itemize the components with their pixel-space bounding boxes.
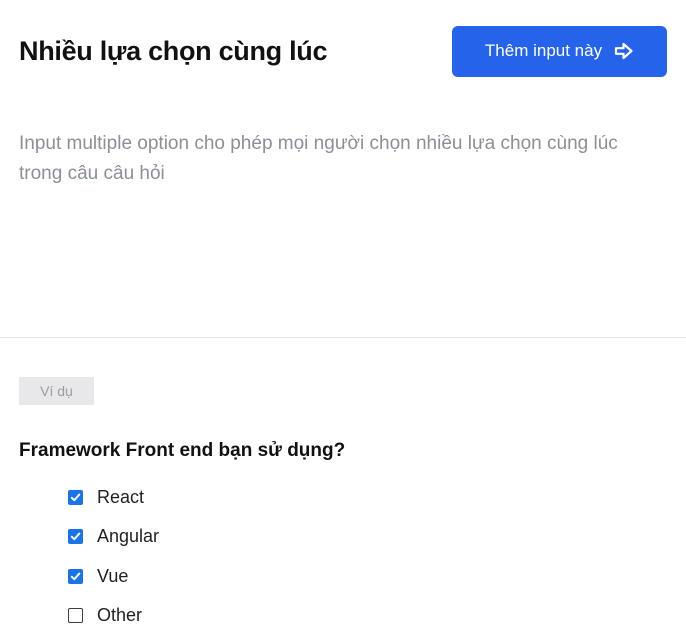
option-vue: Vue (68, 557, 159, 596)
option-list: React Angular Vue Other (68, 478, 159, 635)
option-other: Other (68, 596, 159, 635)
checkmark-icon (70, 572, 81, 580)
checkbox-angular[interactable] (68, 529, 83, 545)
checkbox-vue[interactable] (68, 568, 83, 584)
example-badge: Ví dụ (19, 377, 94, 405)
page: Nhiều lựa chọn cùng lúc Thêm input này I… (0, 0, 686, 643)
divider (0, 337, 686, 338)
checkbox-react[interactable] (68, 490, 83, 506)
page-title: Nhiều lựa chọn cùng lúc (19, 35, 328, 66)
option-label-angular[interactable]: Angular (97, 526, 159, 547)
option-label-vue[interactable]: Vue (97, 566, 128, 587)
arrow-right-icon (614, 41, 634, 61)
option-angular: Angular (68, 517, 159, 556)
checkmark-icon (70, 493, 81, 502)
checkbox-other[interactable] (68, 608, 83, 624)
question-text: Framework Front end bạn sử dụng? (19, 440, 346, 461)
header: Nhiều lựa chọn cùng lúc Thêm input này (19, 25, 667, 77)
add-input-button[interactable]: Thêm input này (452, 25, 667, 77)
option-label-react[interactable]: React (97, 487, 144, 508)
add-input-button-label: Thêm input này (484, 41, 603, 60)
checkmark-icon (70, 533, 81, 541)
option-react: React (68, 478, 159, 517)
option-label-other[interactable]: Other (97, 605, 142, 626)
description: Input multiple option cho phép mọi người… (19, 133, 618, 184)
